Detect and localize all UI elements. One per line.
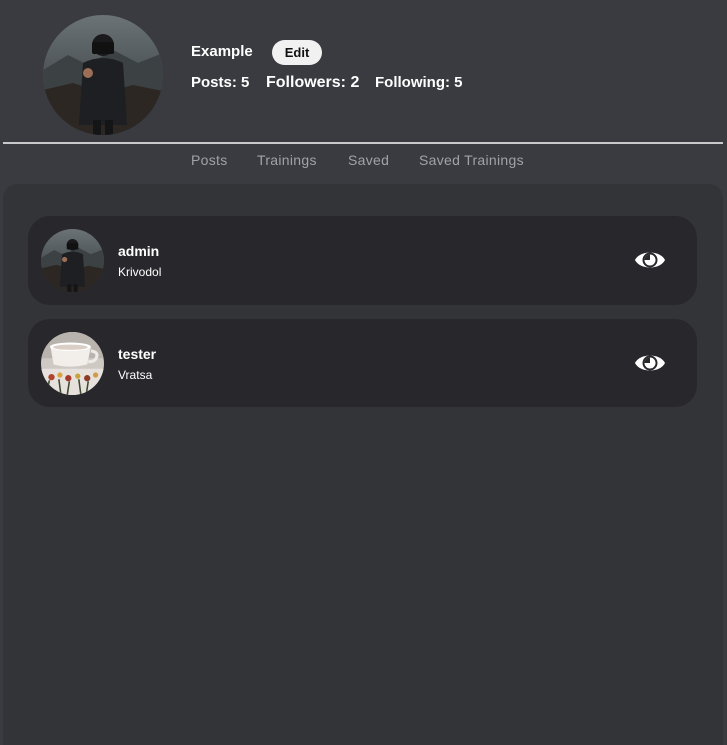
tab-saved-trainings[interactable]: Saved Trainings <box>419 151 524 169</box>
person-with-camera-photo-icon <box>41 229 104 292</box>
tab-trainings[interactable]: Trainings <box>257 151 317 169</box>
view-profile-button[interactable] <box>634 349 666 377</box>
following-count[interactable]: Following: 5 <box>375 74 463 92</box>
profile-header: Example Edit Posts: 5 Followers: 2 Follo… <box>0 0 727 142</box>
view-profile-button[interactable] <box>634 246 666 274</box>
user-location: Krivodol <box>118 265 162 279</box>
profile-avatar[interactable] <box>43 15 163 135</box>
user-location: Vratsa <box>118 368 153 382</box>
user-list-panel: admin Krivodol tester Vratsa <box>3 184 723 745</box>
tab-posts[interactable]: Posts <box>191 151 228 169</box>
eye-icon <box>635 355 665 371</box>
user-name[interactable]: admin <box>118 243 159 259</box>
posts-count[interactable]: Posts: 5 <box>191 74 249 92</box>
user-card-admin[interactable]: admin Krivodol <box>28 216 697 305</box>
eye-icon <box>635 252 665 268</box>
user-name[interactable]: tester <box>118 346 156 362</box>
profile-username: Example <box>191 43 253 60</box>
tab-saved[interactable]: Saved <box>348 151 389 169</box>
followers-count[interactable]: Followers: 2 <box>266 74 359 92</box>
person-with-camera-photo-icon <box>43 15 163 135</box>
profile-tabs: Posts Trainings Saved Saved Trainings <box>0 151 727 171</box>
header-divider <box>3 142 723 144</box>
avatar[interactable] <box>41 229 104 292</box>
user-card-tester[interactable]: tester Vratsa <box>28 319 697 407</box>
avatar[interactable] <box>41 332 104 395</box>
coffee-cup-flowers-photo-icon <box>41 332 104 395</box>
edit-profile-button[interactable]: Edit <box>272 40 322 65</box>
